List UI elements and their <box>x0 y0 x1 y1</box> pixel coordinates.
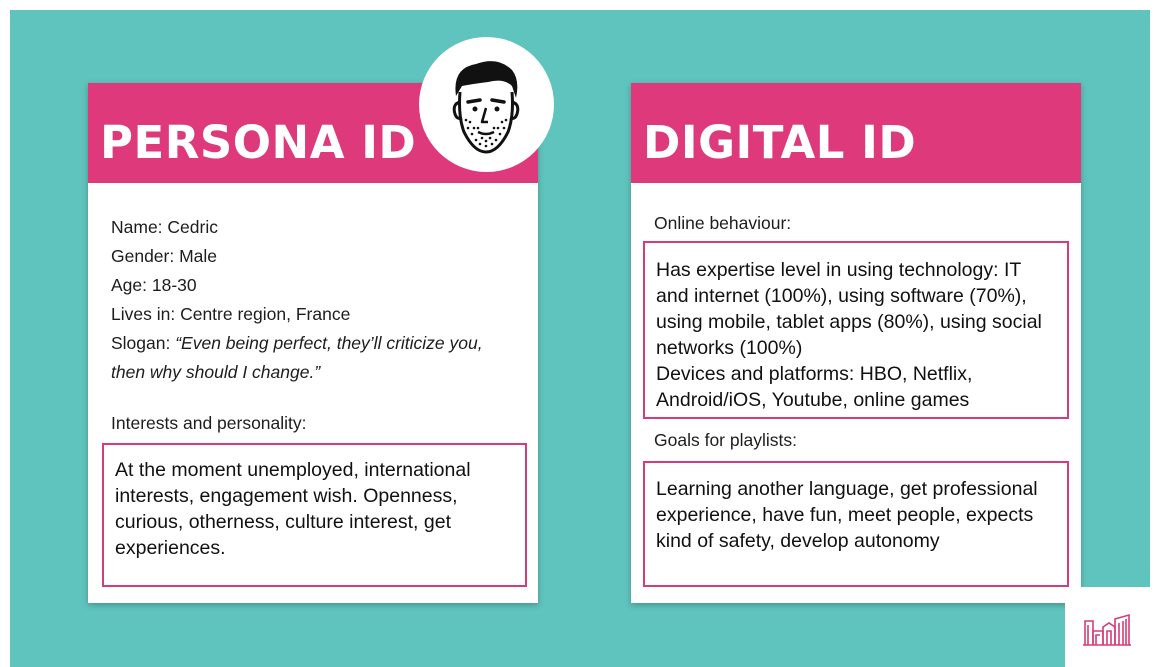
online-behaviour-text: Has expertise level in using technology:… <box>656 259 1042 359</box>
devices-text: Devices and platforms: HBO, Netflix, And… <box>656 363 973 411</box>
lives-row: Lives in: Centre region, France <box>111 300 521 329</box>
digital-card: DIGITAL ID Online behaviour: Has experti… <box>631 83 1081 603</box>
city-skyline-logo-icon <box>1083 613 1131 646</box>
goals-label: Goals for playlists: <box>654 430 797 450</box>
goals-text: Learning another language, get professio… <box>656 478 1038 552</box>
name-label: Name: <box>111 217 163 237</box>
slogan-label: Slogan: <box>111 333 171 353</box>
online-behaviour-box: Has expertise level in using technology:… <box>643 241 1069 419</box>
age-value: 18-30 <box>151 275 197 295</box>
digital-card-header: DIGITAL ID <box>631 83 1081 183</box>
lives-label: Lives in: <box>111 304 176 324</box>
online-behaviour-label: Online behaviour: <box>654 213 792 233</box>
persona-info: Name: Cedric Gender: Male Age: 18-30 Liv… <box>111 213 521 387</box>
age-row: Age: 18-30 <box>111 271 521 300</box>
digital-title: DIGITAL ID <box>643 116 917 169</box>
gender-label: Gender: <box>111 246 175 266</box>
interests-label: Interests and personality: <box>111 413 307 433</box>
bearded-man-avatar-icon <box>452 61 520 154</box>
gender-row: Gender: Male <box>111 242 521 271</box>
name-row: Name: Cedric <box>111 213 521 242</box>
logo-tile <box>1065 587 1150 667</box>
slide: PERSONA ID Name: Cedric Gender: Male Age… <box>10 10 1150 667</box>
slogan-row: Slogan: “Even being perfect, they’ll cri… <box>111 329 521 387</box>
goals-box: Learning another language, get professio… <box>643 461 1069 587</box>
interests-box: At the moment unemployed, international … <box>102 443 527 587</box>
interests-text: At the moment unemployed, international … <box>115 459 471 559</box>
lives-value: Centre region, France <box>180 304 351 324</box>
name-value: Cedric <box>167 217 218 237</box>
persona-title: PERSONA ID <box>100 116 417 169</box>
gender-value: Male <box>179 246 218 266</box>
age-label: Age: <box>111 275 147 295</box>
avatar <box>419 37 554 172</box>
